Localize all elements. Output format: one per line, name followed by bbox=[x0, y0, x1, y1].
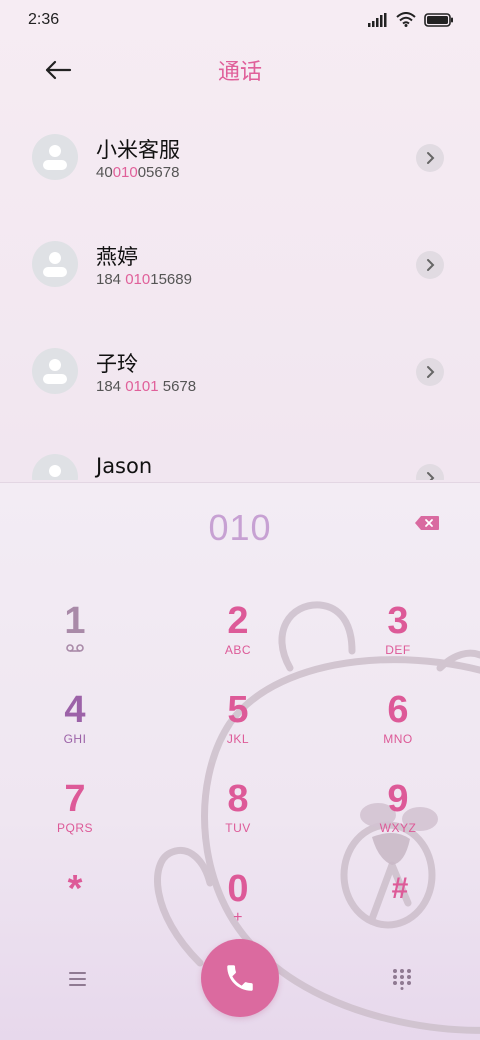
dialpad-icon bbox=[393, 969, 411, 990]
contact-detail-button[interactable] bbox=[416, 144, 444, 172]
avatar bbox=[32, 134, 78, 180]
contact-name: 燕婷 bbox=[96, 245, 138, 269]
contact-number: 184 01015689 bbox=[96, 271, 192, 288]
key-3[interactable]: 3 DEF bbox=[338, 601, 458, 671]
number-match-highlight: 0101 bbox=[125, 378, 159, 395]
key-letters: JKL bbox=[226, 732, 250, 746]
battery-icon bbox=[424, 12, 453, 27]
menu-icon bbox=[69, 972, 86, 986]
phone-icon bbox=[227, 965, 253, 991]
key-letters: + bbox=[233, 909, 243, 926]
key-letters: WXYZ bbox=[379, 821, 417, 835]
key-digit: 5 bbox=[227, 689, 249, 731]
key-1[interactable]: 1 bbox=[15, 601, 135, 671]
contact-name: 小米客服 bbox=[96, 138, 180, 162]
number-match-highlight: 010 bbox=[112, 164, 138, 181]
key-digit: 3 bbox=[387, 600, 409, 642]
key-digit: 6 bbox=[387, 689, 409, 731]
contact-row[interactable]: Jason bbox=[0, 424, 480, 480]
key-digit: # bbox=[391, 872, 409, 905]
chevron-right-icon bbox=[427, 259, 435, 271]
contact-row[interactable]: 小米客服 4001005678 bbox=[0, 104, 480, 210]
call-button[interactable] bbox=[201, 939, 279, 1017]
contact-name: 子玲 bbox=[96, 352, 138, 376]
key-digit: 0 bbox=[227, 868, 249, 910]
contact-name: Jason bbox=[96, 454, 153, 478]
backspace-icon bbox=[415, 516, 439, 530]
chevron-right-icon bbox=[427, 366, 435, 378]
number-match-highlight: 010 bbox=[125, 271, 151, 288]
key-6[interactable]: 6 MNO bbox=[338, 690, 458, 760]
key-digit: 9 bbox=[387, 778, 409, 820]
dialer-panel: 010 1 2 ABC 3 DEF 4 GHI 5 JKL 6 MNO 7 PQ… bbox=[0, 482, 480, 1040]
status-icons bbox=[368, 12, 454, 27]
avatar bbox=[32, 241, 78, 287]
key-digit: 4 bbox=[64, 689, 86, 731]
chevron-right-icon bbox=[427, 152, 435, 164]
header: 通话 bbox=[0, 40, 480, 100]
key-2[interactable]: 2 ABC bbox=[178, 601, 298, 671]
contact-row[interactable]: 子玲 184 0101 5678 bbox=[0, 318, 480, 424]
signal-icon bbox=[368, 12, 387, 27]
dial-input-display: 010 bbox=[208, 507, 272, 548]
menu-button[interactable] bbox=[62, 965, 94, 993]
voicemail-icon bbox=[66, 644, 84, 652]
dialpad-button[interactable] bbox=[388, 965, 416, 993]
key-digit: * bbox=[67, 868, 83, 910]
avatar bbox=[32, 348, 78, 394]
avatar bbox=[32, 454, 78, 480]
key-letters: PQRS bbox=[56, 821, 93, 835]
status-bar: 2:36 bbox=[0, 0, 480, 40]
key-4[interactable]: 4 GHI bbox=[15, 690, 135, 760]
key-5[interactable]: 5 JKL bbox=[178, 690, 298, 760]
contact-detail-button[interactable] bbox=[416, 358, 444, 386]
contact-number: 184 0101 5678 bbox=[96, 378, 197, 395]
chevron-right-icon bbox=[427, 472, 435, 480]
key-digit: 1 bbox=[64, 600, 86, 642]
key-letters: TUV bbox=[225, 821, 251, 835]
contact-detail-button[interactable] bbox=[416, 251, 444, 279]
key-letters: ABC bbox=[224, 643, 252, 657]
page-title: 通话 bbox=[217, 60, 262, 85]
contact-number: 4001005678 bbox=[96, 164, 180, 181]
contact-row[interactable]: 燕婷 184 01015689 bbox=[0, 211, 480, 317]
status-time: 2:36 bbox=[28, 11, 60, 28]
contact-detail-button[interactable] bbox=[416, 464, 444, 480]
key-letters: DEF bbox=[385, 643, 411, 657]
key-0[interactable]: 0 + bbox=[178, 869, 298, 939]
key-digit: 8 bbox=[227, 778, 249, 820]
wifi-icon bbox=[396, 12, 416, 27]
key-star[interactable]: * bbox=[15, 869, 135, 939]
contact-list: 小米客服 4001005678 燕婷 184 01015689 子玲 184 0… bbox=[0, 104, 480, 480]
backspace-button[interactable] bbox=[414, 515, 440, 531]
key-8[interactable]: 8 TUV bbox=[178, 779, 298, 849]
key-digit: 2 bbox=[227, 600, 249, 642]
dialer-bottom-bar bbox=[0, 939, 480, 1019]
key-letters: GHI bbox=[63, 732, 87, 746]
key-letters: MNO bbox=[383, 732, 413, 746]
key-7[interactable]: 7 PQRS bbox=[15, 779, 135, 849]
key-hash[interactable]: # bbox=[340, 869, 460, 939]
key-digit: 7 bbox=[64, 778, 86, 820]
key-9[interactable]: 9 WXYZ bbox=[338, 779, 458, 849]
